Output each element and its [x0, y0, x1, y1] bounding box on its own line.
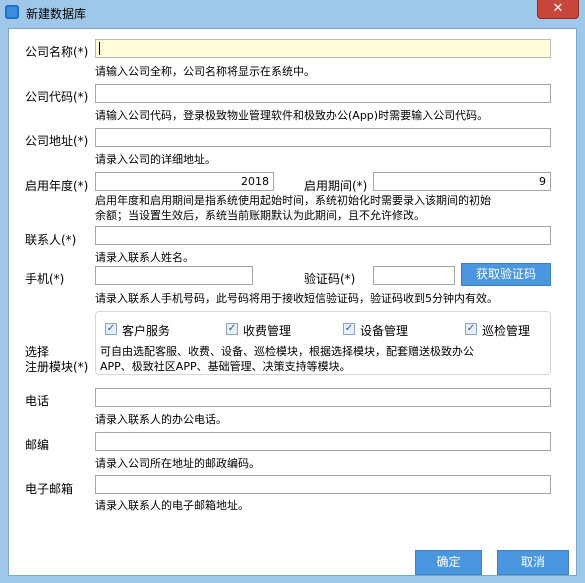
ok-button[interactable]: 确定: [415, 550, 482, 575]
title-bar[interactable]: 新建数据库 ✕: [0, 0, 585, 26]
period-hint: 启用年度和启用期间是指系统使用起始时间，系统初始化时需要录入该期间的初始 余额；…: [95, 193, 551, 223]
checkbox-inspection[interactable]: ✓: [465, 323, 477, 335]
company-address-input[interactable]: [95, 128, 551, 147]
modules-label-line2: 注册模块(*): [25, 360, 89, 374]
phone-input[interactable]: [95, 388, 551, 407]
company-name-hint: 请输入公司全称，公司名称将显示在系统中。: [95, 65, 315, 78]
checkbox-billing-label[interactable]: 收费管理: [243, 322, 291, 339]
modules-label: 选择 注册模块(*): [25, 345, 88, 375]
modules-hint-line2: APP、极致社区APP、基础管理、决策支持等模块。: [100, 360, 351, 373]
company-code-label: 公司代码(*): [25, 90, 89, 104]
modules-label-line1: 选择: [25, 345, 50, 359]
postcode-label: 邮编: [25, 438, 50, 452]
checkbox-equipment-label[interactable]: 设备管理: [360, 322, 408, 339]
company-name-input[interactable]: [95, 39, 551, 58]
start-period-input[interactable]: 9: [373, 172, 551, 191]
mobile-label: 手机(*): [25, 272, 65, 286]
app-icon: [5, 5, 19, 19]
email-input[interactable]: [95, 475, 551, 494]
postcode-hint: 请录入公司所在地址的邮政编码。: [95, 457, 260, 470]
checkbox-customer-service-label[interactable]: 客户服务: [122, 322, 170, 339]
company-address-hint: 请录入公司的详细地址。: [95, 153, 216, 166]
period-hint-line2: 余额；当设置生效后，系统当前账期默认为此期间，且不允许修改。: [95, 209, 425, 222]
phone-label: 电话: [25, 394, 50, 408]
email-hint: 请录入联系人的电子邮箱地址。: [95, 499, 249, 512]
checkbox-inspection-label[interactable]: 巡检管理: [482, 322, 530, 339]
window-title: 新建数据库: [26, 7, 87, 21]
modules-hint: 可自由选配客服、收费、设备、巡检模块，根据选择模块，配套赠送极致办公 APP、极…: [100, 344, 550, 374]
period-hint-line1: 启用年度和启用期间是指系统使用起始时间，系统初始化时需要录入该期间的初始: [95, 194, 491, 207]
start-year-label: 启用年度(*): [25, 179, 89, 193]
mobile-input[interactable]: [95, 266, 253, 285]
get-verify-code-button[interactable]: 获取验证码: [461, 263, 551, 286]
email-label: 电子邮箱: [25, 482, 74, 496]
phone-hint: 请录入联系人的办公电话。: [95, 413, 227, 426]
checkbox-billing[interactable]: ✓: [226, 323, 238, 335]
company-code-hint: 请输入公司代码，登录极致物业管理软件和极致办公(App)时需要输入公司代码。: [95, 109, 489, 122]
company-address-label: 公司地址(*): [25, 134, 89, 148]
cancel-button[interactable]: 取消: [497, 550, 569, 575]
close-button[interactable]: ✕: [537, 0, 579, 19]
company-name-label: 公司名称(*): [25, 45, 89, 59]
company-code-input[interactable]: [95, 84, 551, 103]
verify-code-input[interactable]: [373, 266, 455, 285]
dialog-window: 新建数据库 ✕ 公司名称(*) 请输入公司全称，公司名称将显示在系统中。 公司代…: [0, 0, 585, 583]
verify-code-label: 验证码(*): [304, 272, 356, 286]
start-year-input[interactable]: 2018: [95, 172, 274, 191]
contact-hint: 请录入联系人姓名。: [95, 251, 194, 264]
text-caret: [99, 42, 100, 55]
contact-input[interactable]: [95, 226, 551, 245]
checkbox-equipment[interactable]: ✓: [343, 323, 355, 335]
postcode-input[interactable]: [95, 432, 551, 451]
modules-hint-line1: 可自由选配客服、收费、设备、巡检模块，根据选择模块，配套赠送极致办公: [100, 345, 474, 358]
contact-label: 联系人(*): [25, 233, 77, 247]
checkbox-customer-service[interactable]: ✓: [105, 323, 117, 335]
start-period-label: 启用期间(*): [304, 179, 368, 193]
mobile-hint: 请录入联系人手机号码，此号码将用于接收短信验证码，验证码收到5分钟内有效。: [95, 292, 498, 305]
